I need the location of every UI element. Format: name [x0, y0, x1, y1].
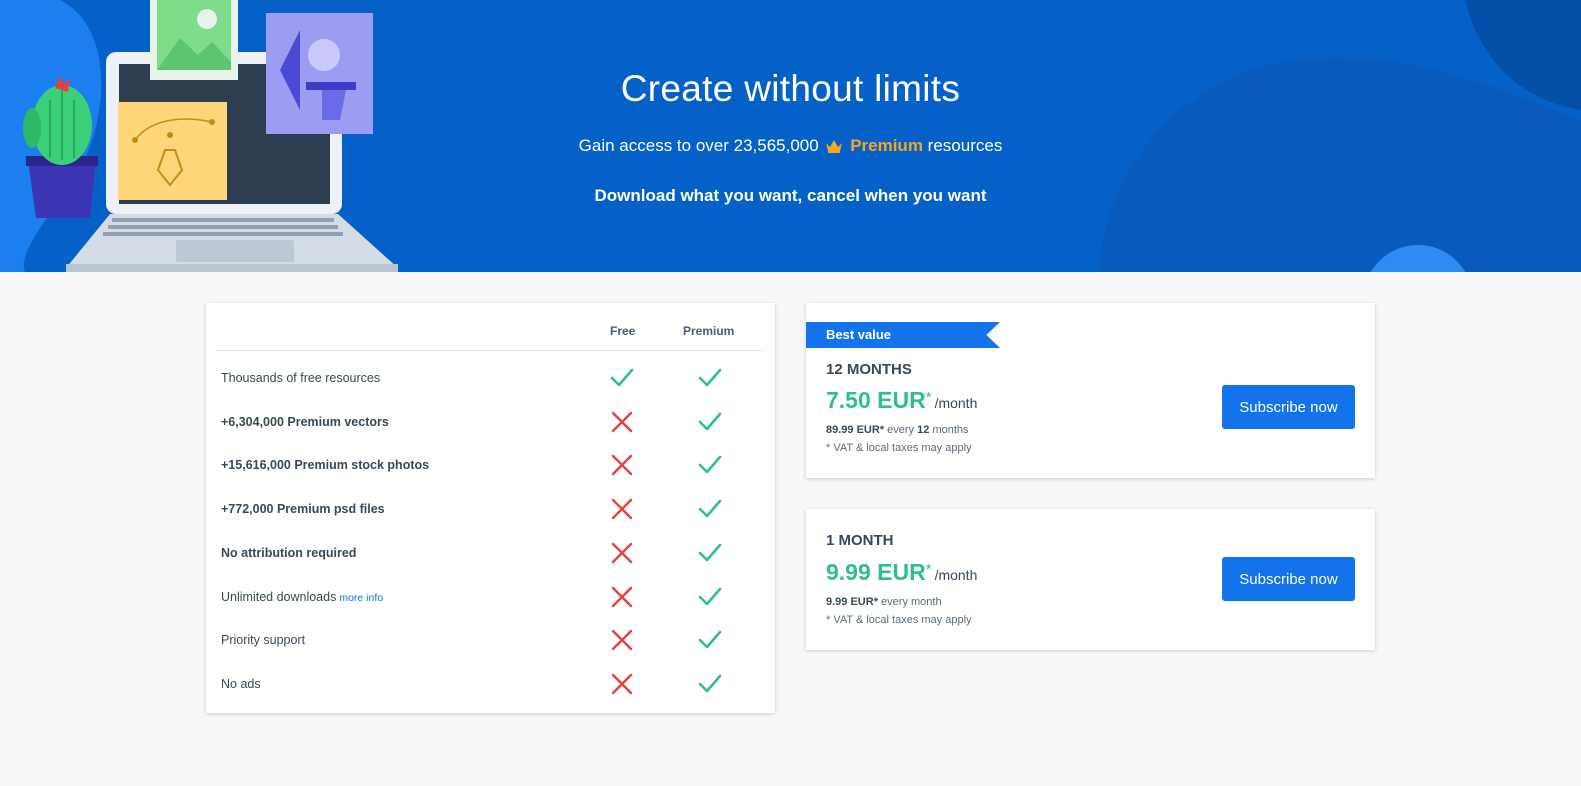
feature-label: Priority support	[221, 633, 305, 647]
subscribe-12-months-button[interactable]: Subscribe now	[1222, 385, 1355, 429]
feature-row: +15,616,000 Premium stock photos	[206, 444, 775, 488]
cross-icon	[609, 540, 635, 566]
crown-icon	[825, 138, 843, 158]
billing-amount: 9.99 EUR	[826, 596, 874, 608]
feature-label-text: +15,616,000 Premium stock photos	[221, 458, 430, 473]
feature-row: Unlimited downloads more info	[206, 576, 775, 620]
billing-amount: 89.99 EUR	[826, 424, 880, 436]
feature-label: Thousands of free resources	[221, 371, 380, 385]
hero-subtitle-prefix: Gain access to over 23,565,000	[578, 136, 819, 155]
vat-note: * VAT & local taxes may apply	[826, 442, 972, 454]
price-value: 7.50 EUR	[826, 387, 926, 413]
check-icon	[697, 452, 723, 478]
price-period: /month	[934, 567, 978, 583]
hero-subtitle: Gain access to over 23,565,000 Premium r…	[0, 136, 1581, 158]
plan-name: 12 MONTHS	[826, 361, 912, 378]
hero-title: Create without limits	[620, 68, 961, 109]
hero-subtitle-premium: Premium	[850, 136, 923, 155]
hero-banner: Create without limits Gain access to ove…	[0, 0, 1581, 272]
feature-row: No ads	[206, 663, 775, 707]
subscribe-1-month-button[interactable]: Subscribe now	[1222, 557, 1355, 601]
feature-row: Thousands of free resources	[206, 357, 775, 401]
check-icon	[609, 365, 635, 391]
plan-name: 1 MONTH	[826, 532, 894, 549]
feature-label-text: No ads	[221, 676, 261, 691]
check-icon	[697, 409, 723, 435]
check-icon	[697, 365, 723, 391]
price-asterisk: *	[925, 389, 932, 406]
check-icon	[697, 671, 723, 697]
best-value-label: Best value	[826, 327, 892, 342]
plan-card-12-months: Best value 12 MONTHS 7.50 EUR*/month 89.…	[806, 303, 1375, 478]
feature-label-text: Thousands of free resources	[221, 371, 381, 385]
billing-info: 9.99 EUR* every month	[826, 596, 942, 608]
feature-label: No attribution required	[221, 546, 356, 560]
feature-label: +6,304,000 Premium vectors	[221, 415, 389, 429]
feature-label-text: Unlimited downloads	[221, 589, 337, 604]
more-info-link[interactable]: more info	[339, 592, 383, 604]
feature-label: +772,000 Premium psd files	[221, 502, 385, 516]
vat-note: * VAT & local taxes may apply	[826, 614, 972, 626]
check-icon	[697, 627, 723, 653]
features-comparison-card: Free Premium Thousands of free resources…	[206, 303, 775, 713]
feature-label: No ads	[221, 677, 261, 691]
price-asterisk: *	[925, 561, 932, 578]
feature-label: Unlimited downloads more info	[221, 590, 383, 604]
billing-asterisk: *	[873, 596, 878, 608]
cross-icon	[609, 409, 635, 435]
price-period: /month	[934, 395, 978, 411]
cross-icon	[609, 627, 635, 653]
feature-row: +772,000 Premium psd files	[206, 488, 775, 532]
hero-tagline: Download what you want, cancel when you …	[594, 186, 987, 205]
best-value-badge: Best value	[806, 322, 1000, 348]
check-icon	[697, 540, 723, 566]
check-icon	[697, 584, 723, 610]
price-value: 9.99 EUR	[826, 559, 926, 585]
feature-label-text: +772,000 Premium psd files	[221, 502, 385, 517]
feature-row: No attribution required	[206, 532, 775, 576]
billing-rest: every month	[881, 596, 942, 608]
header-divider	[216, 350, 765, 351]
hero-subtitle-suffix: resources	[927, 136, 1003, 155]
feature-row: +6,304,000 Premium vectors	[206, 401, 775, 445]
plan-card-1-month: 1 MONTH 9.99 EUR*/month 9.99 EUR* every …	[806, 509, 1375, 650]
feature-label: +15,616,000 Premium stock photos	[221, 458, 429, 472]
billing-info: 89.99 EUR* every 12 months	[826, 424, 969, 436]
feature-row: Priority support	[206, 619, 775, 663]
feature-label-text: +6,304,000 Premium vectors	[221, 414, 389, 429]
cross-icon	[609, 584, 635, 610]
column-header-free: Free	[610, 324, 636, 338]
check-icon	[697, 496, 723, 522]
cross-icon	[609, 671, 635, 697]
column-header-premium: Premium	[683, 324, 735, 338]
feature-label-text: No attribution required	[221, 545, 357, 560]
billing-count: 12	[917, 424, 930, 436]
feature-label-text: Priority support	[221, 633, 306, 648]
plan-price: 7.50 EUR*/month	[826, 387, 977, 414]
cross-icon	[609, 496, 635, 522]
billing-every: every	[887, 424, 915, 436]
plan-price: 9.99 EUR*/month	[826, 559, 977, 586]
billing-unit: months	[932, 424, 969, 436]
cross-icon	[609, 452, 635, 478]
billing-asterisk: *	[879, 424, 885, 436]
